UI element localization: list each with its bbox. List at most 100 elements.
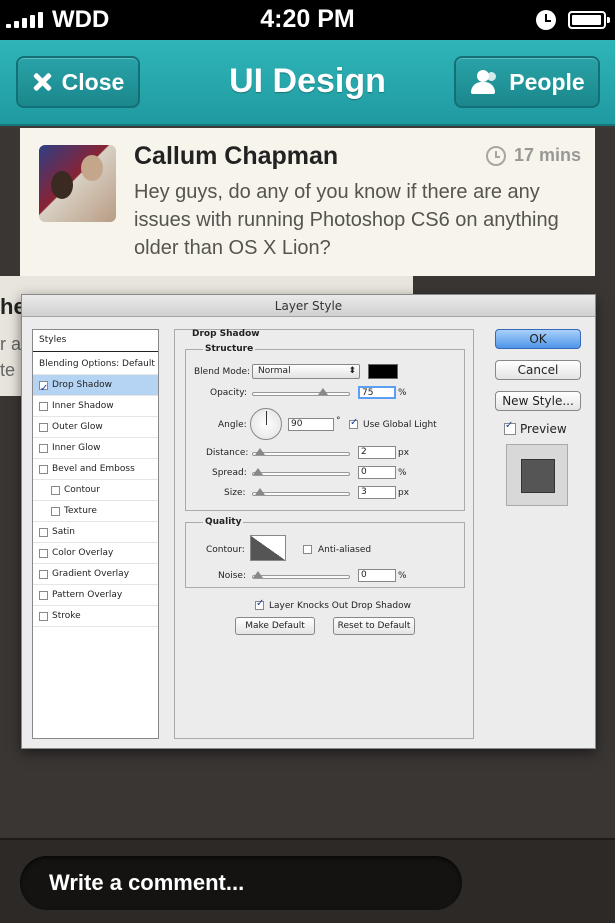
styles-header[interactable]: Styles (33, 330, 158, 352)
style-inner-shadow[interactable]: Inner Shadow (33, 396, 158, 417)
new-style-button[interactable]: New Style... (495, 391, 581, 411)
people-button[interactable]: People (454, 56, 600, 108)
style-bevel-emboss[interactable]: Bevel and Emboss (33, 459, 158, 480)
drop-shadow-checkbox[interactable] (39, 378, 48, 399)
spread-unit: % (398, 468, 407, 478)
section-title: Drop Shadow (192, 329, 260, 339)
anti-aliased-label: Anti-aliased (318, 545, 372, 555)
noise-field[interactable]: 0 (358, 569, 396, 582)
size-field[interactable]: 3 (358, 486, 396, 499)
texture-checkbox[interactable] (51, 506, 60, 516)
distance-field[interactable]: 2 (358, 446, 396, 459)
structure-title: Structure (203, 344, 256, 354)
post-message: Hey guys, do any of you know if there ar… (134, 181, 559, 259)
use-global-light-label: Use Global Light (363, 420, 437, 430)
layer-style-dialog: Layer Style Styles Blending Options: Def… (21, 294, 596, 749)
size-slider-thumb[interactable] (254, 488, 265, 495)
style-drop-shadow[interactable]: Drop Shadow (33, 375, 158, 399)
anti-aliased-checkbox[interactable] (303, 545, 312, 554)
size-slider[interactable] (252, 488, 350, 496)
inner-shadow-checkbox[interactable] (39, 401, 48, 411)
avatar[interactable] (39, 145, 116, 222)
stroke-checkbox[interactable] (39, 611, 48, 621)
blend-mode-label: Blend Mode: (194, 367, 251, 377)
opacity-unit: % (398, 388, 407, 398)
outer-glow-checkbox[interactable] (39, 422, 48, 432)
nav-bar: Close UI Design People (0, 40, 615, 126)
layer-knocks-out-checkbox[interactable] (255, 598, 264, 610)
angle-dial[interactable] (250, 408, 282, 440)
style-pattern-overlay[interactable]: Pattern Overlay (33, 585, 158, 606)
style-outer-glow[interactable]: Outer Glow (33, 417, 158, 438)
opacity-label: Opacity: (210, 388, 247, 398)
styles-list: Styles Blending Options: Default Drop Sh… (32, 329, 159, 739)
status-time: 4:20 PM (260, 5, 355, 33)
layer-knocks-out-label: Layer Knocks Out Drop Shadow (269, 601, 411, 611)
spread-slider-thumb[interactable] (253, 468, 263, 475)
preview-label: Preview (520, 422, 567, 436)
pattern-overlay-checkbox[interactable] (39, 590, 48, 600)
opacity-slider[interactable] (252, 388, 350, 396)
ok-button[interactable]: OK (495, 329, 581, 349)
post-card[interactable]: Callum Chapman 17 mins Hey guys, do any … (20, 128, 595, 276)
inner-glow-checkbox[interactable] (39, 443, 48, 453)
contour-picker[interactable] (250, 535, 286, 561)
angle-field[interactable]: 90 (288, 418, 334, 431)
noise-slider[interactable] (252, 571, 350, 579)
reset-default-button[interactable]: Reset to Default (333, 617, 415, 635)
contour-checkbox[interactable] (51, 485, 60, 495)
comment-bar: Write a comment... (0, 838, 615, 923)
blend-mode-select[interactable]: Normal (252, 364, 360, 379)
clock-icon (486, 145, 506, 166)
style-stroke[interactable]: Stroke (33, 606, 158, 627)
size-label: Size: (224, 488, 246, 498)
comment-input[interactable]: Write a comment... (20, 856, 462, 910)
angle-unit: ° (336, 416, 341, 426)
style-satin[interactable]: Satin (33, 522, 158, 543)
noise-label: Noise: (218, 571, 246, 581)
status-bar: WDD 4:20 PM (0, 0, 615, 40)
post-text-partial-2: te (0, 360, 16, 380)
quality-group: Quality Contour: Anti-aliased Noise: 0 % (185, 517, 465, 588)
gradient-overlay-checkbox[interactable] (39, 569, 48, 579)
style-inner-glow[interactable]: Inner Glow (33, 438, 158, 459)
drop-shadow-panel: Drop Shadow Structure Blend Mode: Normal… (174, 329, 474, 739)
spread-slider[interactable] (252, 468, 350, 476)
contour-label: Contour: (206, 545, 245, 555)
distance-label: Distance: (206, 448, 249, 458)
satin-checkbox[interactable] (39, 527, 48, 537)
use-global-light-checkbox[interactable] (349, 417, 358, 429)
angle-label: Angle: (218, 420, 247, 430)
size-unit: px (398, 488, 410, 498)
make-default-button[interactable]: Make Default (235, 617, 315, 635)
style-contour[interactable]: Contour (33, 480, 158, 501)
post-time: 17 mins (486, 145, 581, 166)
people-icon (469, 70, 499, 94)
close-icon (32, 72, 52, 92)
preview-checkbox[interactable] (504, 420, 516, 435)
people-label: People (509, 68, 585, 95)
bevel-emboss-checkbox[interactable] (39, 464, 48, 474)
cancel-button[interactable]: Cancel (495, 360, 581, 380)
spread-field[interactable]: 0 (358, 466, 396, 479)
style-blending-options[interactable]: Blending Options: Default (33, 354, 158, 375)
close-button[interactable]: Close (16, 56, 140, 108)
preview-swatch (506, 444, 568, 506)
style-color-overlay[interactable]: Color Overlay (33, 543, 158, 564)
quality-title: Quality (203, 517, 244, 527)
close-label: Close (61, 68, 125, 95)
opacity-field[interactable]: 75 (358, 386, 396, 399)
distance-slider[interactable] (252, 448, 350, 456)
post-author: Callum Chapman (134, 142, 339, 170)
battery-icon (568, 11, 610, 29)
style-texture[interactable]: Texture (33, 501, 158, 522)
opacity-slider-thumb[interactable] (317, 388, 328, 395)
distance-slider-thumb[interactable] (254, 448, 265, 455)
noise-slider-thumb[interactable] (253, 571, 263, 578)
style-gradient-overlay[interactable]: Gradient Overlay (33, 564, 158, 585)
distance-unit: px (398, 448, 410, 458)
shadow-color-swatch[interactable] (368, 364, 398, 379)
spread-label: Spread: (212, 468, 247, 478)
color-overlay-checkbox[interactable] (39, 548, 48, 558)
dialog-title: Layer Style (22, 295, 595, 317)
